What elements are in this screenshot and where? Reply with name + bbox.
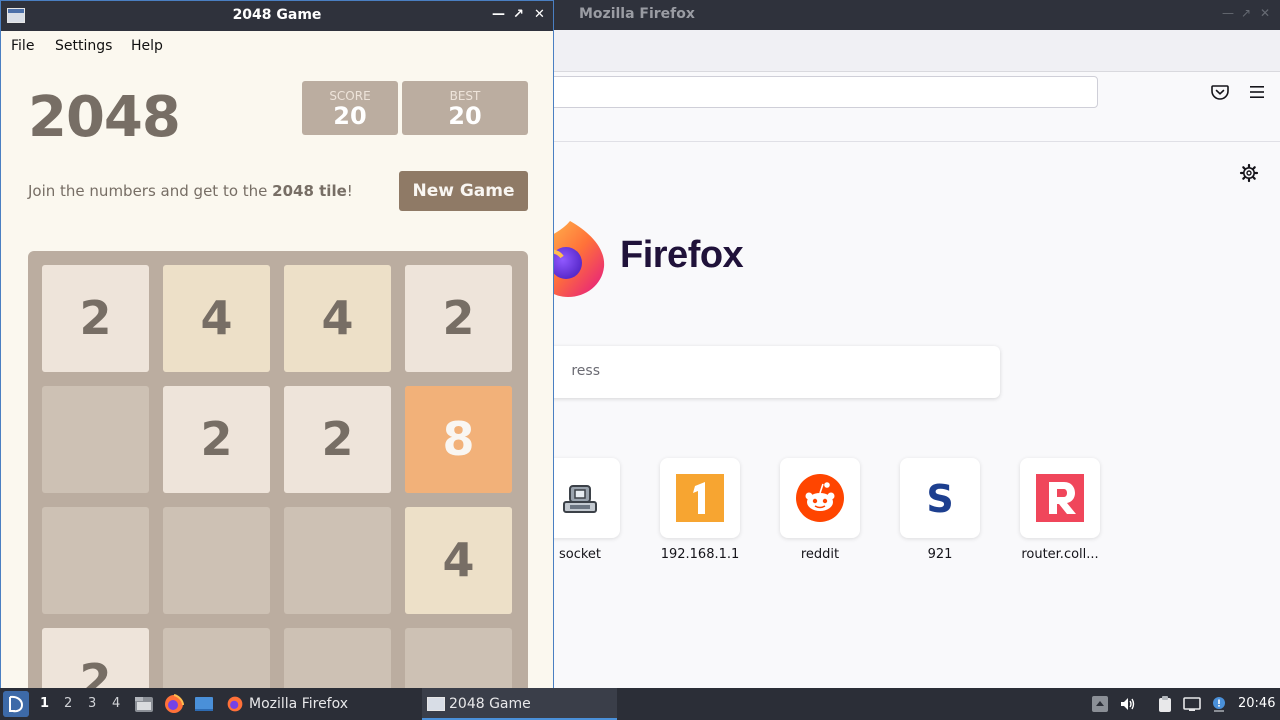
close-icon[interactable]: ✕ <box>1260 6 1270 20</box>
best-value: 20 <box>448 102 482 130</box>
hamburger-menu-icon[interactable] <box>1247 82 1267 102</box>
tile-4: 4 <box>284 265 391 372</box>
board-cell <box>42 386 149 493</box>
intro-prefix: Join the numbers and get to the <box>28 182 273 200</box>
game-menu-bar: File Settings Help <box>1 31 553 61</box>
best-box: BEST 20 <box>402 81 528 135</box>
search-box[interactable]: ress <box>540 346 1000 398</box>
notification-icon[interactable] <box>1210 695 1228 713</box>
tile-2: 2 <box>42 628 149 688</box>
score-box: SCORE 20 <box>302 81 398 135</box>
tile-2: 2 <box>284 386 391 493</box>
game-heading: 2048 <box>28 85 181 150</box>
board-cell <box>163 507 270 614</box>
close-icon[interactable]: ✕ <box>534 7 545 22</box>
board-cell <box>42 507 149 614</box>
s-letter-icon: S <box>926 477 953 521</box>
game-titlebar[interactable]: 2048 Game — ↗ ✕ <box>1 1 553 31</box>
task-label: Mozilla Firefox <box>249 696 349 712</box>
shortcut-192-168-1-1[interactable]: 192.168.1.1 <box>660 458 740 562</box>
intro-suffix: ! <box>346 182 353 200</box>
maximize-icon[interactable]: ↗ <box>513 7 524 22</box>
network-icon[interactable] <box>1183 695 1201 713</box>
intro-bold: 2048 tile <box>272 182 347 200</box>
task-firefox[interactable]: Mozilla Firefox <box>222 688 422 720</box>
svg-text:S: S <box>926 477 953 521</box>
socket-icon <box>563 485 597 513</box>
menu-help[interactable]: Help <box>131 38 163 54</box>
firefox-wordmark: Firefox <box>620 234 744 276</box>
window-task-icon <box>427 697 445 711</box>
number-one-icon <box>676 474 724 522</box>
gear-icon[interactable] <box>1239 163 1259 183</box>
menu-file[interactable]: File <box>11 38 34 54</box>
minimize-icon[interactable]: — <box>1222 6 1234 20</box>
minimize-icon[interactable]: — <box>492 7 505 22</box>
board-cell <box>163 628 270 688</box>
firefox-task-icon <box>227 696 243 712</box>
taskbar: 1 2 3 4 Mozilla Firefox 2048 Game 20:46 <box>0 688 1280 720</box>
game-intro: Join the numbers and get to the 2048 til… <box>28 182 353 200</box>
r-letter-icon <box>1036 474 1084 522</box>
firefox-launcher-icon[interactable] <box>163 693 185 715</box>
firefox-window-title: Mozilla Firefox <box>579 6 695 22</box>
tile-8: 8 <box>405 386 512 493</box>
tile-2: 2 <box>163 386 270 493</box>
shortcut-label: reddit <box>800 547 840 562</box>
board-cell <box>284 507 391 614</box>
new-game-button[interactable]: New Game <box>399 171 528 211</box>
shortcut-router[interactable]: router.coll... <box>1020 458 1100 562</box>
shortcut-label: 921 <box>927 547 953 562</box>
menu-settings[interactable]: Settings <box>55 38 112 54</box>
game-board[interactable]: 244222842 <box>28 251 528 688</box>
tray-expand-icon[interactable] <box>1091 695 1109 713</box>
score-label: SCORE <box>329 89 371 103</box>
score-value: 20 <box>333 102 367 130</box>
workspace-3[interactable]: 3 <box>88 696 96 711</box>
tile-4: 4 <box>405 507 512 614</box>
tile-2: 2 <box>42 265 149 372</box>
board-cell <box>284 628 391 688</box>
task-2048-game[interactable]: 2048 Game <box>422 688 617 720</box>
task-label: 2048 Game <box>449 696 531 712</box>
volume-icon[interactable] <box>1119 695 1137 713</box>
shortcut-921[interactable]: S 921 <box>900 458 980 562</box>
reddit-icon <box>796 474 844 522</box>
shortcut-label: 192.168.1.1 <box>660 547 740 562</box>
desktop-icon[interactable] <box>193 693 215 715</box>
clock: 20:46 <box>1238 696 1276 711</box>
pocket-icon[interactable] <box>1210 82 1230 102</box>
clipboard-icon[interactable] <box>1156 695 1174 713</box>
start-menu-icon[interactable] <box>3 691 29 717</box>
tile-4: 4 <box>163 265 270 372</box>
shortcut-label: router.coll... <box>1021 547 1099 562</box>
file-manager-icon[interactable] <box>133 693 155 715</box>
maximize-icon[interactable]: ↗ <box>1241 6 1251 20</box>
workspace-1[interactable]: 1 <box>40 696 49 711</box>
workspace-2[interactable]: 2 <box>64 696 72 711</box>
game-window: 2048 Game — ↗ ✕ File Settings Help 2048 … <box>0 0 554 688</box>
url-bar[interactable] <box>540 76 1098 108</box>
game-window-title: 2048 Game <box>232 7 322 23</box>
board-cell <box>405 628 512 688</box>
tile-2: 2 <box>405 265 512 372</box>
shortcut-reddit[interactable]: reddit <box>780 458 860 562</box>
best-label: BEST <box>449 89 481 103</box>
workspace-4[interactable]: 4 <box>112 696 120 711</box>
